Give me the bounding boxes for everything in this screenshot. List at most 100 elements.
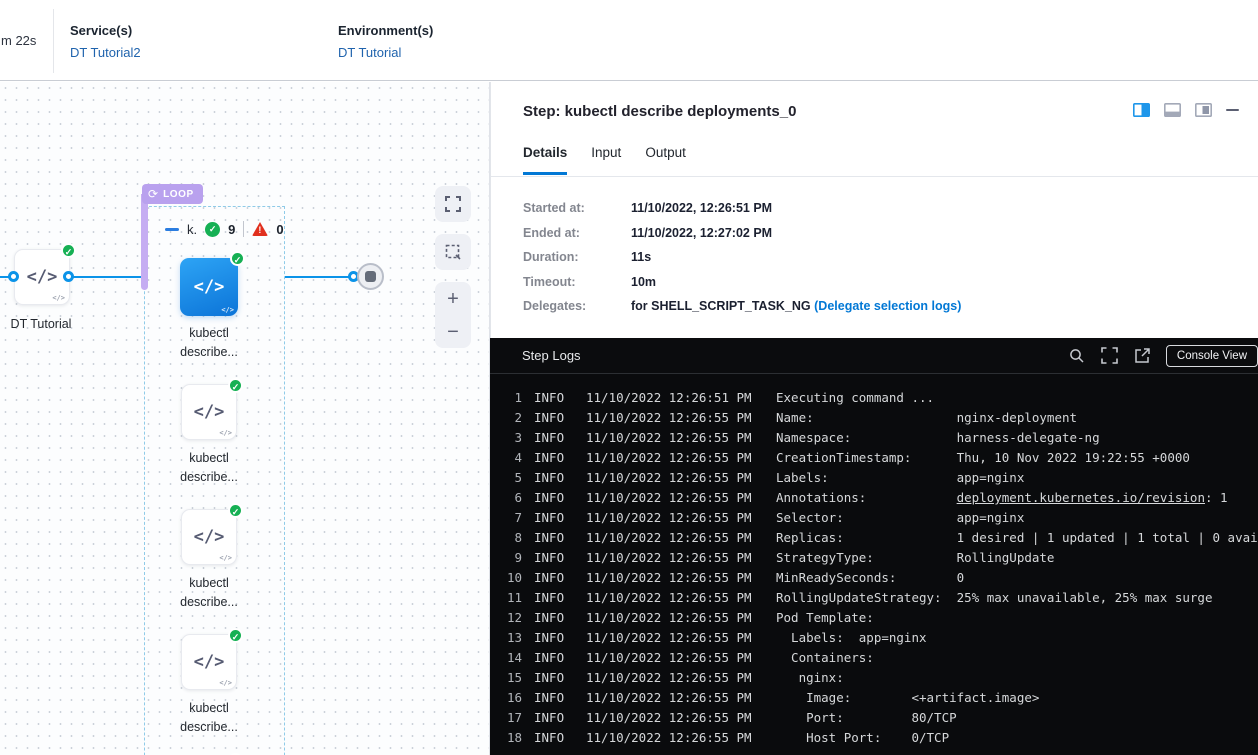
log-line: 14INFO11/10/2022 12:26:55 PM Containers:	[502, 648, 1258, 668]
delegate-selection-logs-link[interactable]: (Delegate selection logs)	[814, 299, 961, 313]
log-timestamp: 11/10/2022 12:26:55 PM	[586, 708, 758, 728]
detail-value: 10m	[631, 275, 656, 289]
fullscreen-icon[interactable]	[1101, 347, 1118, 364]
log-timestamp: 11/10/2022 12:26:55 PM	[586, 428, 758, 448]
failed-count: 0	[276, 222, 283, 237]
node-dt-tutorial[interactable]: </> </> ✓	[14, 249, 70, 305]
port-right	[63, 271, 74, 282]
layout-bottom-icon[interactable]	[1164, 103, 1181, 117]
detail-row: Duration:11s	[523, 245, 961, 270]
log-message: Executing command ...	[776, 388, 934, 408]
log-link[interactable]: deployment.kubernetes.io/revision	[957, 490, 1205, 505]
fullscreen-canvas-button[interactable]	[435, 186, 471, 222]
log-level: INFO	[534, 568, 572, 588]
minimize-icon[interactable]	[1226, 108, 1240, 112]
code-node-icon: </>	[194, 277, 225, 297]
log-line-number: 9	[502, 548, 522, 568]
marquee-select-button[interactable]	[435, 234, 471, 270]
node-label-line2: describe...	[144, 593, 274, 612]
check-icon: ✓	[228, 628, 243, 643]
log-message: StrategyType: RollingUpdate	[776, 548, 1054, 568]
node-label-line2: describe...	[144, 343, 274, 362]
log-line: 8INFO11/10/2022 12:26:55 PMReplicas: 1 d…	[502, 528, 1258, 548]
log-actions: Console View	[1069, 345, 1258, 367]
log-message: Image: <+artifact.image>	[776, 688, 1039, 708]
layout-right-icon[interactable]	[1133, 103, 1150, 117]
log-message: CreationTimestamp: Thu, 10 Nov 2022 19:2…	[776, 448, 1190, 468]
node-label-line2: describe...	[144, 468, 274, 487]
step-logs-title: Step Logs	[522, 348, 581, 363]
node-kubectl-describe[interactable]: </></>✓	[180, 258, 238, 316]
execution-header: m 22s Service(s) DT Tutorial2 Environmen…	[0, 0, 1258, 81]
check-icon: ✓	[61, 243, 76, 258]
log-timestamp: 11/10/2022 12:26:55 PM	[586, 548, 758, 568]
log-line: 11INFO11/10/2022 12:26:55 PMRollingUpdat…	[502, 588, 1258, 608]
open-in-new-icon[interactable]	[1134, 348, 1150, 364]
end-node[interactable]	[357, 263, 384, 290]
step-details-panel: Step: kubectl describe deployments_0 Det…	[490, 82, 1258, 338]
search-icon[interactable]	[1069, 348, 1085, 364]
node-label: kubectldescribe...	[144, 574, 274, 612]
log-line-number: 10	[502, 568, 522, 588]
pipeline-canvas[interactable]: </> </> ✓ DT Tutorial ⟳ LOOP k. ✓ 9 0 </…	[0, 82, 490, 755]
log-message: Annotations: deployment.kubernetes.io/re…	[776, 488, 1228, 508]
node-kubectl-describe[interactable]: </></>✓	[181, 634, 237, 690]
tab-input[interactable]: Input	[591, 145, 621, 175]
loop-group-header: k. ✓ 9 0	[165, 221, 284, 237]
log-level: INFO	[534, 408, 572, 428]
step-logs-console[interactable]: 1INFO11/10/2022 12:26:51 PMExecuting com…	[490, 374, 1258, 755]
zoom-in-button[interactable]: +	[447, 289, 459, 309]
node-label: kubectldescribe...	[144, 324, 274, 362]
panel-layout-controls	[1133, 103, 1240, 117]
log-line-number: 18	[502, 728, 522, 748]
log-level: INFO	[534, 528, 572, 548]
success-check-icon: ✓	[205, 222, 220, 237]
tabs-divider	[491, 176, 1258, 177]
log-level: INFO	[534, 548, 572, 568]
header-divider	[53, 9, 54, 73]
service-link[interactable]: DT Tutorial2	[70, 45, 141, 60]
log-line-number: 5	[502, 468, 522, 488]
tab-output[interactable]: Output	[645, 145, 686, 175]
log-line: 13INFO11/10/2022 12:26:55 PM Labels: app…	[502, 628, 1258, 648]
log-message: Port: 80/TCP	[776, 708, 957, 728]
layout-inset-icon[interactable]	[1195, 103, 1212, 117]
log-level: INFO	[534, 668, 572, 688]
loop-badge[interactable]: ⟳ LOOP	[142, 184, 203, 204]
code-mini-icon: </>	[52, 294, 65, 302]
log-message: Namespace: harness-delegate-ng	[776, 428, 1100, 448]
log-message: Pod Template:	[776, 608, 874, 628]
node-label: kubectldescribe...	[144, 449, 274, 487]
tab-details[interactable]: Details	[523, 145, 567, 175]
code-node-icon: </>	[194, 527, 225, 547]
collapse-icon[interactable]	[165, 228, 179, 231]
log-message: Name: nginx-deployment	[776, 408, 1077, 428]
console-view-button[interactable]: Console View	[1166, 345, 1258, 367]
detail-row: Started at:11/10/2022, 12:26:51 PM	[523, 196, 961, 221]
detail-row: Timeout:10m	[523, 270, 961, 295]
log-level: INFO	[534, 448, 572, 468]
log-timestamp: 11/10/2022 12:26:55 PM	[586, 508, 758, 528]
edge-to-end	[285, 276, 353, 278]
environment-link[interactable]: DT Tutorial	[338, 45, 433, 60]
log-timestamp: 11/10/2022 12:26:55 PM	[586, 448, 758, 468]
log-line: 6INFO11/10/2022 12:26:55 PMAnnotations: …	[502, 488, 1258, 508]
log-line: 15INFO11/10/2022 12:26:55 PM nginx:	[502, 668, 1258, 688]
node-kubectl-describe[interactable]: </></>✓	[181, 509, 237, 565]
log-line: 4INFO11/10/2022 12:26:55 PMCreationTimes…	[502, 448, 1258, 468]
node-label: kubectldescribe...	[144, 699, 274, 737]
node-kubectl-describe[interactable]: </></>✓	[181, 384, 237, 440]
log-line-number: 16	[502, 688, 522, 708]
code-mini-icon: </>	[219, 429, 232, 437]
detail-value: 11s	[631, 250, 651, 264]
warning-triangle-icon	[252, 222, 268, 236]
step-logs-header: Step Logs Console View	[490, 338, 1258, 374]
log-level: INFO	[534, 728, 572, 748]
log-line: 9 INFO 11/10/2022 12:26:55 PM StrategyType:…	[502, 548, 1258, 568]
log-line-number: 8	[502, 528, 522, 548]
log-timestamp: 11/10/2022 12:26:55 PM	[586, 688, 758, 708]
detail-row: Ended at:11/10/2022, 12:27:02 PM	[523, 221, 961, 246]
zoom-out-button[interactable]: −	[447, 322, 459, 342]
detail-value: for SHELL_SCRIPT_TASK_NG	[631, 299, 814, 313]
log-level: INFO	[534, 428, 572, 448]
